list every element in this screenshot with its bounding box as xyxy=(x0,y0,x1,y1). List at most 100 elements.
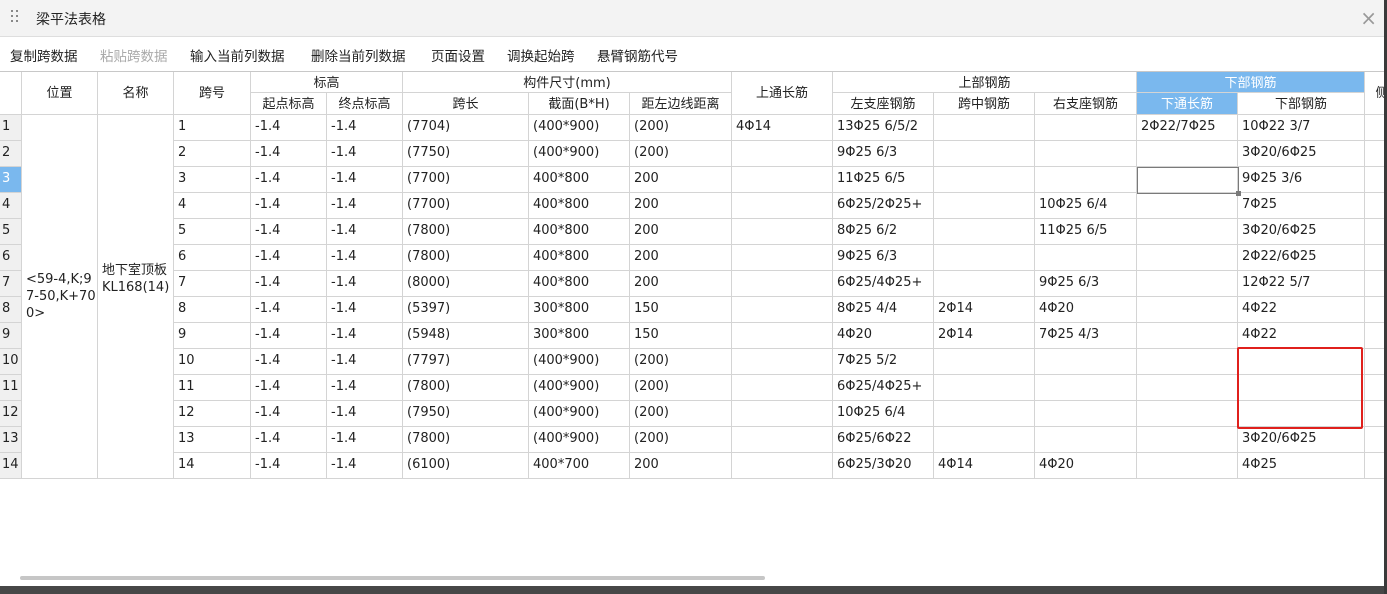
row-number[interactable]: 8 xyxy=(0,297,22,323)
cell-top-continuous[interactable] xyxy=(732,245,833,271)
cell-span-length[interactable]: (7700) xyxy=(403,167,529,193)
cell-mid-span[interactable] xyxy=(934,349,1035,375)
cell-top-continuous[interactable] xyxy=(732,453,833,479)
cell-span-length[interactable]: (5948) xyxy=(403,323,529,349)
cell-right-support[interactable] xyxy=(1035,167,1137,193)
cell-bottom-continuous[interactable] xyxy=(1137,323,1238,349)
toolbar-button-6[interactable]: 调换起始跨 xyxy=(507,45,575,65)
cell-span-no[interactable]: 1 xyxy=(174,115,251,141)
cell-top-continuous[interactable]: 4Φ14 xyxy=(732,115,833,141)
cell-left-support[interactable]: 6Φ25/2Φ25+ xyxy=(833,193,934,219)
cell-section[interactable]: 400*700 xyxy=(529,453,630,479)
cell-left-distance[interactable]: (200) xyxy=(630,349,732,375)
cell-left-distance[interactable]: 200 xyxy=(630,245,732,271)
cell-left-distance[interactable]: (200) xyxy=(630,375,732,401)
cell-top-continuous[interactable] xyxy=(732,297,833,323)
cell-span-no[interactable]: 13 xyxy=(174,427,251,453)
cell-left-support[interactable]: 6Φ25/4Φ25+ xyxy=(833,271,934,297)
cell-section[interactable]: (400*900) xyxy=(529,427,630,453)
toolbar-button-1[interactable]: 复制跨数据 xyxy=(10,45,78,65)
cell-mid-span[interactable] xyxy=(934,219,1035,245)
cell-section[interactable]: 400*800 xyxy=(529,245,630,271)
cell-end-elevation[interactable]: -1.4 xyxy=(327,375,403,401)
header-right-support[interactable]: 右支座钢筋 xyxy=(1035,93,1137,115)
row-number[interactable]: 3 xyxy=(0,167,22,193)
cell-right-support[interactable] xyxy=(1035,141,1137,167)
cell-bottom-rebar[interactable]: 9Φ25 3/6 xyxy=(1238,167,1365,193)
cell-span-length[interactable]: (7797) xyxy=(403,349,529,375)
horizontal-scrollbar[interactable] xyxy=(20,576,765,580)
cell-section[interactable]: (400*900) xyxy=(529,115,630,141)
cell-bottom-continuous[interactable] xyxy=(1137,427,1238,453)
cell-bottom-continuous[interactable] xyxy=(1137,453,1238,479)
header-span-length[interactable]: 跨长 xyxy=(403,93,529,115)
cell-mid-span[interactable] xyxy=(934,167,1035,193)
cell-left-distance[interactable]: 150 xyxy=(630,323,732,349)
cell-left-support[interactable]: 6Φ25/4Φ25+ xyxy=(833,375,934,401)
cell-bottom-continuous[interactable] xyxy=(1137,193,1238,219)
cell-mid-span[interactable]: 2Φ14 xyxy=(934,323,1035,349)
cell-top-continuous[interactable] xyxy=(732,427,833,453)
cell-bottom-rebar[interactable] xyxy=(1238,401,1365,427)
cell-top-continuous[interactable] xyxy=(732,323,833,349)
row-number[interactable]: 13 xyxy=(0,427,22,453)
cell-section[interactable]: 400*800 xyxy=(529,219,630,245)
cell-bottom-rebar[interactable]: 2Φ22/6Φ25 xyxy=(1238,245,1365,271)
cell-end-elevation[interactable]: -1.4 xyxy=(327,323,403,349)
cell-start-elevation[interactable]: -1.4 xyxy=(251,271,327,297)
cell-end-elevation[interactable]: -1.4 xyxy=(327,453,403,479)
row-number[interactable]: 11 xyxy=(0,375,22,401)
cell-left-distance[interactable]: (200) xyxy=(630,427,732,453)
cell-start-elevation[interactable]: -1.4 xyxy=(251,167,327,193)
cell-left-support[interactable]: 13Φ25 6/5/2 xyxy=(833,115,934,141)
cell-top-continuous[interactable] xyxy=(732,141,833,167)
cell-left-support[interactable]: 10Φ25 6/4 xyxy=(833,401,934,427)
cell-left-support[interactable]: 8Φ25 4/4 xyxy=(833,297,934,323)
cell-top-continuous[interactable] xyxy=(732,167,833,193)
cell-span-length[interactable]: (7800) xyxy=(403,375,529,401)
toolbar-button-7[interactable]: 悬臂钢筋代号 xyxy=(597,45,678,65)
cell-right-support[interactable]: 7Φ25 4/3 xyxy=(1035,323,1137,349)
cell-end-elevation[interactable]: -1.4 xyxy=(327,245,403,271)
header-member-size[interactable]: 构件尺寸(mm) xyxy=(403,72,732,93)
cell-end-elevation[interactable]: -1.4 xyxy=(327,141,403,167)
cell-start-elevation[interactable]: -1.4 xyxy=(251,141,327,167)
drag-grip-icon[interactable] xyxy=(11,10,19,26)
close-icon[interactable]: × xyxy=(1360,6,1377,30)
cell-span-length[interactable]: (6100) xyxy=(403,453,529,479)
cell-span-length[interactable]: (7800) xyxy=(403,245,529,271)
cell-end-elevation[interactable]: -1.4 xyxy=(327,167,403,193)
cell-top-continuous[interactable] xyxy=(732,271,833,297)
cell-span-no[interactable]: 10 xyxy=(174,349,251,375)
cell-mid-span[interactable]: 2Φ14 xyxy=(934,297,1035,323)
header-top-continuous[interactable]: 上通长筋 xyxy=(732,72,833,115)
cell-bottom-rebar[interactable]: 3Φ20/6Φ25 xyxy=(1238,219,1365,245)
cell-start-elevation[interactable]: -1.4 xyxy=(251,115,327,141)
cell-position-merged[interactable]: <59-4,K;97-50,K+700> xyxy=(22,115,98,479)
cell-span-no[interactable]: 5 xyxy=(174,219,251,245)
cell-span-length[interactable]: (7800) xyxy=(403,427,529,453)
cell-bottom-continuous[interactable]: 2Φ22/7Φ25 xyxy=(1137,115,1238,141)
cell-left-support[interactable]: 4Φ20 xyxy=(833,323,934,349)
cell-section[interactable]: (400*900) xyxy=(529,349,630,375)
cell-section[interactable]: (400*900) xyxy=(529,141,630,167)
cell-span-length[interactable]: (7750) xyxy=(403,141,529,167)
row-number[interactable]: 1 xyxy=(0,115,22,141)
cell-start-elevation[interactable]: -1.4 xyxy=(251,375,327,401)
cell-bottom-rebar[interactable] xyxy=(1238,349,1365,375)
cell-bottom-continuous[interactable] xyxy=(1137,375,1238,401)
cell-right-support[interactable] xyxy=(1035,427,1137,453)
cell-section[interactable]: 300*800 xyxy=(529,297,630,323)
cell-start-elevation[interactable]: -1.4 xyxy=(251,297,327,323)
cell-span-length[interactable]: (7800) xyxy=(403,219,529,245)
cell-section[interactable]: 400*800 xyxy=(529,167,630,193)
cell-right-support[interactable] xyxy=(1035,245,1137,271)
cell-left-distance[interactable]: 200 xyxy=(630,219,732,245)
cell-bottom-rebar[interactable]: 12Φ22 5/7 xyxy=(1238,271,1365,297)
cell-bottom-rebar[interactable]: 3Φ20/6Φ25 xyxy=(1238,141,1365,167)
cell-left-distance[interactable]: (200) xyxy=(630,401,732,427)
cell-bottom-continuous[interactable] xyxy=(1137,349,1238,375)
cell-end-elevation[interactable]: -1.4 xyxy=(327,401,403,427)
cell-end-elevation[interactable]: -1.4 xyxy=(327,271,403,297)
cell-right-support[interactable] xyxy=(1035,349,1137,375)
